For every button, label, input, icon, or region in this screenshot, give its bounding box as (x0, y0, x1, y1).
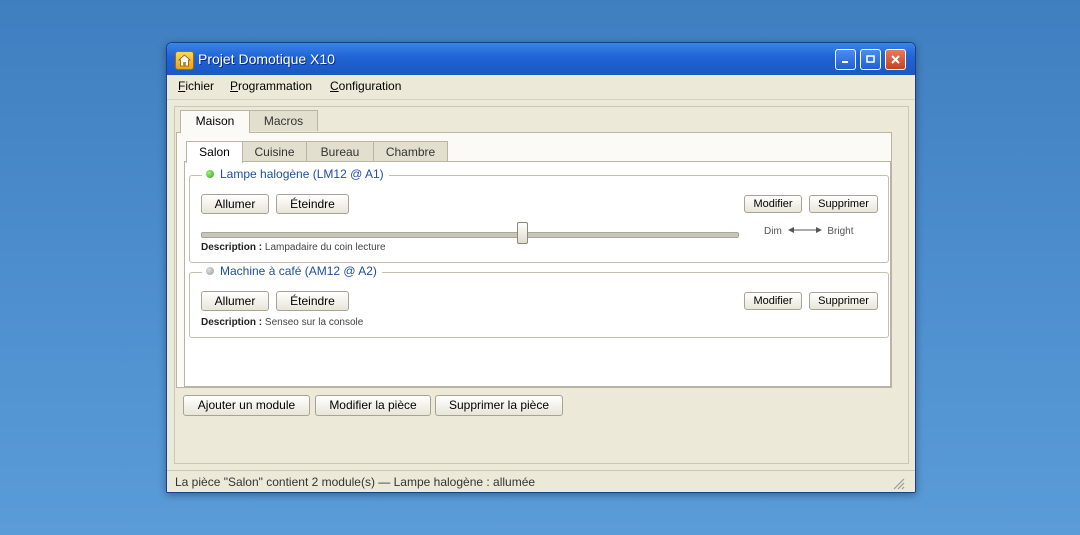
maximize-button[interactable] (860, 49, 881, 70)
dim-label: Dim (764, 226, 782, 237)
module-name: Lampe halogène (LM12 @ A1) (220, 167, 384, 181)
edit-module-button[interactable]: Modifier (744, 292, 802, 310)
minimize-icon (842, 61, 848, 63)
tab-bureau[interactable]: Bureau (306, 141, 374, 161)
description-label: Description : (201, 242, 263, 253)
close-icon (891, 55, 900, 64)
description-text: Lampadaire du coin lecture (264, 242, 386, 253)
module-name: Machine à café (AM12 @ A2) (220, 264, 377, 278)
module-description: Description : Senseo sur la console (201, 317, 363, 328)
resize-grip-icon[interactable] (891, 476, 905, 490)
module-card: Lampe halogène (LM12 @ A1) Allumer Étein… (189, 167, 889, 263)
delete-room-button[interactable]: Supprimer la pièce (435, 395, 563, 416)
dimmer-slider-thumb[interactable] (517, 222, 529, 244)
menu-bar: Fichier Programmation Configuration (167, 75, 915, 100)
home-icon (175, 51, 194, 70)
dim-bright-indicator: Dim Bright (764, 226, 853, 237)
close-button[interactable] (885, 49, 906, 70)
menu-programmation[interactable]: Programmation (230, 79, 312, 93)
title-bar[interactable]: Projet Domotique X10 (167, 43, 915, 75)
module-card: Machine à café (AM12 @ A2) Allumer Étein… (189, 264, 889, 338)
delete-module-button[interactable]: Supprimer (809, 195, 878, 213)
edit-module-button[interactable]: Modifier (744, 195, 802, 213)
status-on-icon (206, 170, 214, 178)
minimize-button[interactable] (835, 49, 856, 70)
range-arrow-icon (787, 227, 822, 233)
status-bar: La pièce "Salon" contient 2 module(s) — … (167, 470, 915, 492)
tab-chambre[interactable]: Chambre (373, 141, 448, 161)
main-window: Projet Domotique X10 Fichier Programmati… (166, 42, 916, 493)
status-text: La pièce "Salon" contient 2 module(s) — … (175, 475, 536, 489)
add-module-button[interactable]: Ajouter un module (183, 395, 310, 416)
description-label: Description : (201, 317, 263, 328)
tab-macros[interactable]: Macros (249, 110, 318, 131)
delete-module-button[interactable]: Supprimer (809, 292, 878, 310)
menu-fichier[interactable]: Fichier (178, 79, 214, 93)
turn-on-button[interactable]: Allumer (201, 194, 269, 214)
dimmer-slider-track[interactable] (201, 232, 739, 238)
module-title: Lampe halogène (LM12 @ A1) (202, 167, 389, 181)
status-off-icon (206, 267, 214, 275)
tab-cuisine[interactable]: Cuisine (242, 141, 307, 161)
turn-on-button[interactable]: Allumer (201, 291, 269, 311)
module-title: Machine à café (AM12 @ A2) (202, 264, 382, 278)
maximize-icon (866, 55, 875, 63)
window-title: Projet Domotique X10 (198, 51, 335, 67)
tab-maison[interactable]: Maison (180, 110, 250, 133)
turn-off-button[interactable]: Éteindre (276, 291, 349, 311)
turn-off-button[interactable]: Éteindre (276, 194, 349, 214)
menu-configuration[interactable]: Configuration (330, 79, 401, 93)
bright-label: Bright (827, 226, 854, 237)
module-description: Description : Lampadaire du coin lecture (201, 242, 386, 253)
edit-room-button[interactable]: Modifier la pièce (315, 395, 431, 416)
tab-salon[interactable]: Salon (186, 141, 243, 163)
description-text: Senseo sur la console (264, 317, 364, 328)
